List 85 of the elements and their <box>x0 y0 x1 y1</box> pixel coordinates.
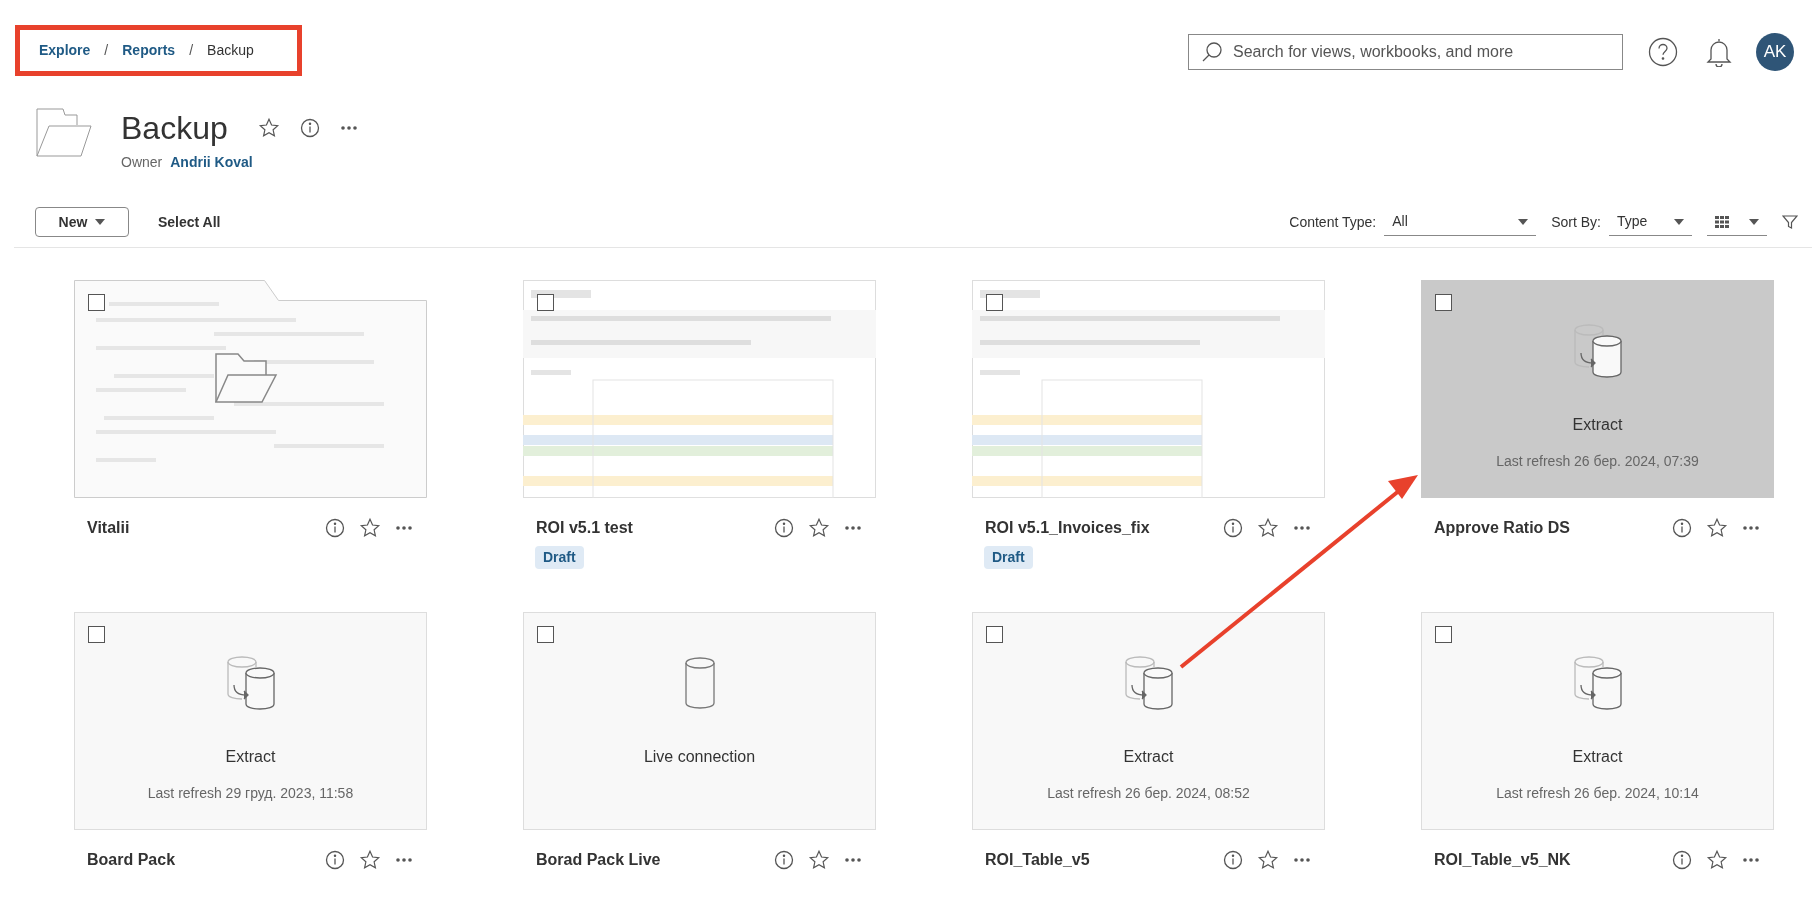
more-icon[interactable] <box>1293 857 1311 863</box>
checkbox[interactable] <box>1435 626 1452 643</box>
connection-type: Extract <box>1572 415 1623 435</box>
more-icon[interactable] <box>339 125 358 131</box>
more-icon[interactable] <box>395 857 413 863</box>
content-type-dropdown[interactable]: All <box>1384 208 1537 236</box>
draft-badge: Draft <box>984 546 1033 569</box>
item-title[interactable]: ROI_Table_v5_NK <box>1434 848 1571 872</box>
more-icon[interactable] <box>844 857 862 863</box>
more-icon[interactable] <box>1742 525 1760 531</box>
info-icon[interactable] <box>774 850 794 870</box>
checkbox[interactable] <box>986 626 1003 643</box>
star-icon[interactable] <box>1257 849 1279 871</box>
last-refresh-text: Last refresh 29 груд. 2023, 11:58 <box>147 784 354 803</box>
notification-bell-icon[interactable] <box>1706 37 1732 67</box>
checkbox[interactable] <box>537 294 554 311</box>
content-type-label: Content Type: <box>1289 212 1377 232</box>
owner-link[interactable]: Andrii Koval <box>170 152 253 173</box>
owner-label: Owner <box>121 153 163 172</box>
data-source-thumbnail[interactable]: Extract Last refresh 26 бер. 2024, 08:52 <box>972 612 1325 830</box>
caret-icon <box>1674 218 1684 225</box>
connection-type: Extract <box>1123 747 1174 767</box>
item-title[interactable]: Borad Pack Live <box>536 848 661 872</box>
page-title: Backup <box>121 109 228 148</box>
search-field[interactable]: Search for views, workbooks, and more <box>1188 34 1623 70</box>
item-title[interactable]: Approve Ratio DS <box>1434 516 1570 540</box>
grid-view-icon <box>1715 215 1729 228</box>
info-icon[interactable] <box>1223 518 1243 538</box>
data-source-thumbnail[interactable]: Extract Last refresh 26 бер. 2024, 07:39 <box>1421 280 1774 498</box>
breadcrumb-separator: / <box>104 41 109 60</box>
item-title[interactable]: Board Pack <box>87 848 176 872</box>
last-refresh-text: Last refresh 26 бер. 2024, 07:39 <box>1496 452 1699 471</box>
draft-badge: Draft <box>535 546 584 569</box>
new-button[interactable]: New <box>35 207 129 237</box>
info-icon[interactable] <box>1672 518 1692 538</box>
star-icon[interactable] <box>1257 517 1279 539</box>
data-source-thumbnail[interactable]: Extract Last refresh 26 бер. 2024, 10:14 <box>1421 612 1774 830</box>
star-icon[interactable] <box>808 517 830 539</box>
caret-icon <box>1749 218 1759 225</box>
info-icon[interactable] <box>299 118 320 138</box>
search-icon <box>1201 41 1223 63</box>
info-icon[interactable] <box>325 850 345 870</box>
caret-icon <box>1518 218 1529 225</box>
breadcrumb-separator: / <box>189 41 194 60</box>
info-icon[interactable] <box>774 518 794 538</box>
folder-icon <box>36 108 92 158</box>
select-all-link[interactable]: Select All <box>158 211 221 233</box>
sort-by-label: Sort By: <box>1551 212 1601 232</box>
breadcrumb-link[interactable]: Reports <box>122 40 176 61</box>
more-icon[interactable] <box>395 525 413 531</box>
item-title[interactable]: ROI v5.1 test <box>536 516 633 540</box>
item-title[interactable]: Vitalii <box>87 516 130 540</box>
breadcrumb-current: Backup <box>207 41 254 60</box>
more-icon[interactable] <box>844 525 862 531</box>
last-refresh-text: Last refresh 26 бер. 2024, 08:52 <box>1047 784 1250 803</box>
info-icon[interactable] <box>325 518 345 538</box>
checkbox[interactable] <box>986 294 1003 311</box>
last-refresh-text: Last refresh 26 бер. 2024, 10:14 <box>1496 784 1699 803</box>
checkbox[interactable] <box>88 626 105 643</box>
caret-icon <box>95 219 106 225</box>
connection-type: Extract <box>1572 747 1623 767</box>
more-icon[interactable] <box>1293 525 1311 531</box>
filter-icon[interactable] <box>1782 214 1798 230</box>
sort-by-dropdown[interactable]: Type <box>1609 208 1692 236</box>
checkbox[interactable] <box>88 294 105 311</box>
info-icon[interactable] <box>1223 850 1243 870</box>
more-icon[interactable] <box>1742 857 1760 863</box>
data-source-thumbnail[interactable]: Extract Last refresh 29 груд. 2023, 11:58 <box>74 612 427 830</box>
item-title[interactable]: ROI_Table_v5 <box>985 848 1090 872</box>
star-icon[interactable] <box>257 117 280 139</box>
connection-type: Extract <box>225 747 276 767</box>
breadcrumb-link[interactable]: Explore <box>39 40 91 61</box>
star-icon[interactable] <box>1706 849 1728 871</box>
info-icon[interactable] <box>1672 850 1692 870</box>
star-icon[interactable] <box>1706 517 1728 539</box>
star-icon[interactable] <box>359 849 381 871</box>
star-icon[interactable] <box>808 849 830 871</box>
user-avatar[interactable]: AK <box>1756 33 1794 71</box>
item-title[interactable]: ROI v5.1_Invoices_fix <box>985 516 1150 540</box>
checkbox[interactable] <box>1435 294 1452 311</box>
star-icon[interactable] <box>359 517 381 539</box>
connection-type: Live connection <box>643 747 756 767</box>
help-icon[interactable] <box>1648 37 1678 67</box>
checkbox[interactable] <box>537 626 554 643</box>
data-source-thumbnail[interactable]: Live connection <box>523 612 876 830</box>
